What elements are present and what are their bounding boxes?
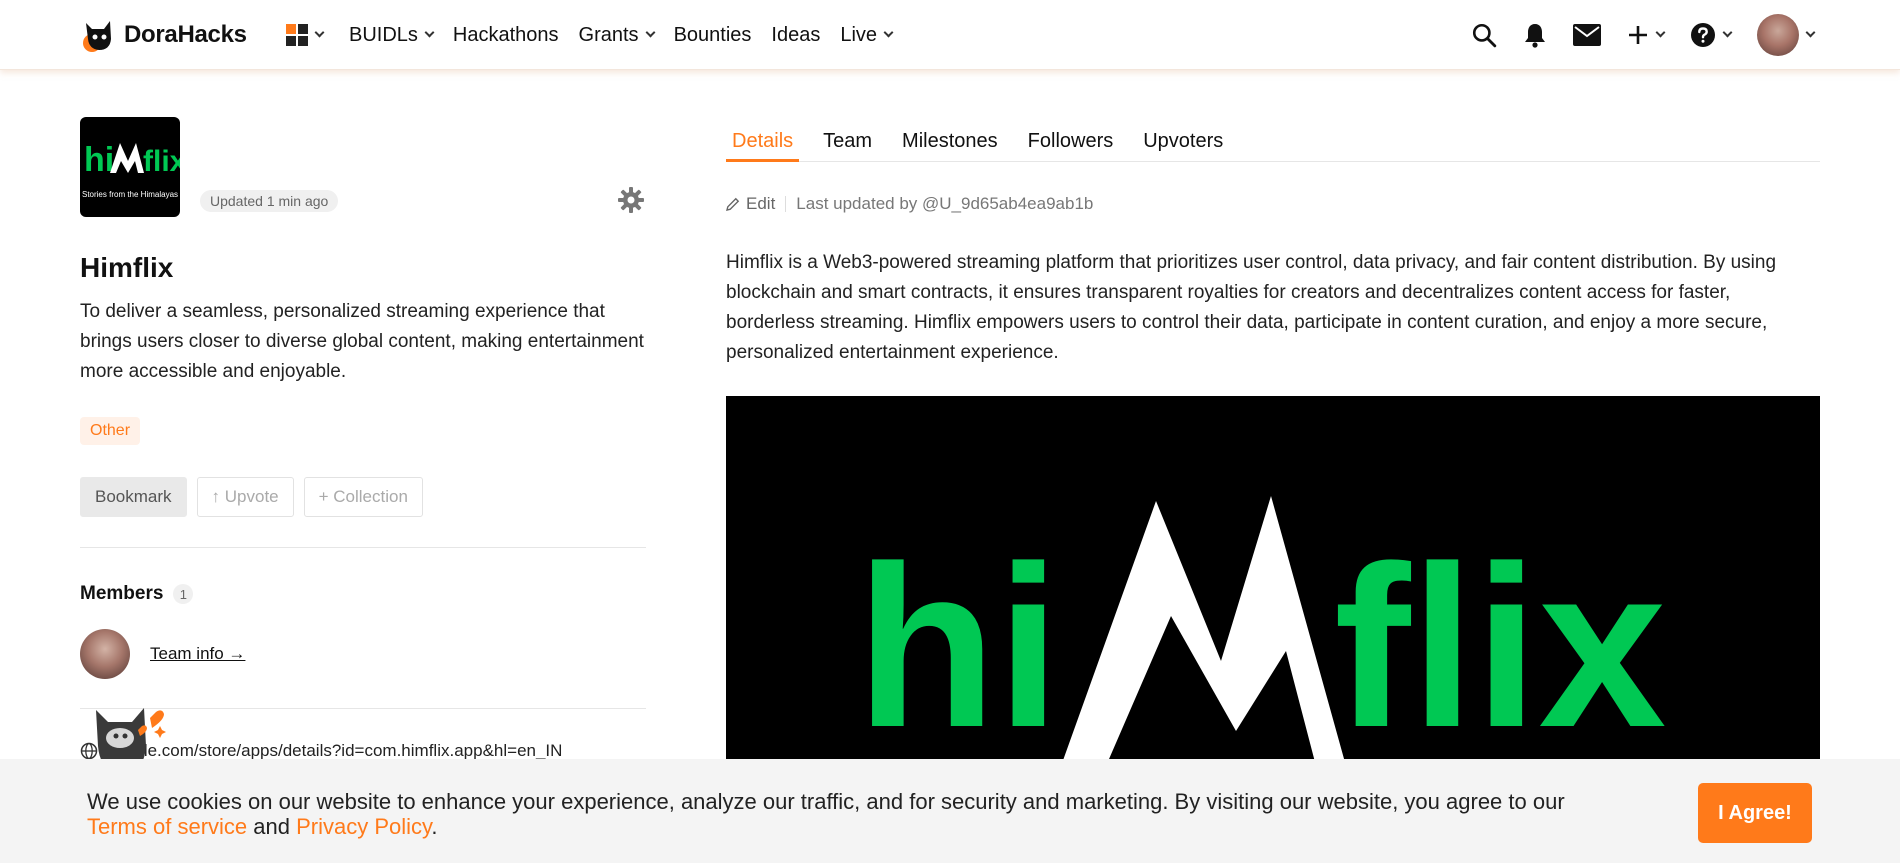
terms-link[interactable]: Terms of service [87, 814, 247, 839]
tab-followers[interactable]: Followers [1022, 120, 1120, 161]
user-menu[interactable] [1757, 14, 1816, 56]
himflix-logo-image: hi flix Stories from the Himalayas [82, 141, 180, 199]
apps-menu[interactable] [286, 24, 325, 46]
help-icon [1691, 23, 1715, 47]
edit-bar: Edit Last updated by @U_9d65ab4ea9ab1b [726, 194, 1093, 214]
top-navbar: DoraHacks BUIDLs Hackathons Grants Bount… [0, 0, 1900, 70]
nav-label: Grants [578, 23, 639, 46]
cookie-text: We use cookies on our website to enhance… [87, 789, 1565, 814]
search-icon [1472, 23, 1497, 48]
cookie-period: . [431, 814, 438, 839]
cookie-message: We use cookies on our website to enhance… [87, 789, 1567, 839]
settings-button[interactable] [618, 187, 644, 218]
project-actions: Bookmark ↑ Upvote + Collection [80, 477, 423, 517]
nav-label: Ideas [771, 23, 821, 46]
nav-live[interactable]: Live [840, 23, 894, 47]
members-title: Members [80, 583, 164, 604]
member-avatar[interactable] [80, 629, 130, 679]
nav-label: Bounties [673, 23, 752, 46]
pencil-icon [726, 197, 740, 211]
nav-bounties[interactable]: Bounties [674, 24, 752, 47]
tab-details[interactable]: Details [726, 120, 800, 162]
tab-team[interactable]: Team [817, 120, 878, 161]
banner-text-hi: hi [856, 518, 1060, 775]
edit-button[interactable]: Edit [726, 194, 775, 214]
header-actions [1471, 0, 1816, 70]
upvote-button[interactable]: ↑ Upvote [196, 477, 294, 517]
tab-upvoters[interactable]: Upvoters [1137, 120, 1229, 161]
project-description: Himflix is a Web3-powered streaming plat… [726, 252, 1777, 363]
nav-grants[interactable]: Grants [578, 23, 656, 47]
banner-text-flix: flix [1334, 518, 1666, 775]
chevron-down-icon [424, 27, 435, 38]
cookie-and: and [247, 814, 297, 839]
logo-tagline: Stories from the Himalayas [82, 190, 178, 199]
plus-icon [1629, 26, 1647, 44]
mail-icon [1573, 24, 1601, 46]
chevron-down-icon [645, 27, 656, 38]
messages-button[interactable] [1573, 24, 1601, 46]
cookie-banner: We use cookies on our website to enhance… [0, 759, 1900, 863]
member-row: Team info → [80, 629, 245, 679]
divider [80, 547, 646, 548]
last-updated-text: Last updated by @U_9d65ab4ea9ab1b [796, 194, 1094, 213]
gear-icon [618, 187, 644, 213]
members-header: Members 1 [80, 583, 194, 605]
edit-label: Edit [746, 194, 776, 213]
logo-text-flix: flix [143, 145, 180, 178]
logo-text-hi: hi [84, 141, 114, 179]
main-nav: BUIDLs Hackathons Grants Bounties Ideas … [286, 0, 912, 70]
chevron-down-icon [1805, 27, 1816, 38]
bookmark-button[interactable]: Bookmark [80, 477, 187, 517]
nav-label: Hackathons [452, 23, 559, 46]
dorahacks-logo-icon [83, 21, 111, 52]
brand-name: DoraHacks [124, 21, 247, 48]
project-title: Himflix [80, 252, 174, 283]
chevron-down-icon [883, 27, 894, 38]
notifications-button[interactable] [1523, 22, 1547, 48]
nav-buidls[interactable]: BUIDLs [349, 23, 435, 47]
search-button[interactable] [1471, 22, 1497, 48]
chevron-down-icon [1655, 27, 1666, 38]
updated-badge: Updated 1 min ago [200, 190, 339, 212]
create-menu[interactable] [1627, 24, 1666, 46]
project-logo: hi flix Stories from the Himalayas [80, 117, 180, 217]
chevron-down-icon [1722, 27, 1733, 38]
project-summary: To deliver a seamless, personalized stre… [80, 301, 644, 382]
nav-hackathons[interactable]: Hackathons [453, 24, 559, 47]
add-collection-button[interactable]: + Collection [303, 477, 423, 517]
tab-milestones[interactable]: Milestones [896, 120, 1004, 161]
team-info-link[interactable]: Team info → [150, 644, 245, 664]
nav-label: Live [840, 23, 878, 46]
category-tag[interactable]: Other [80, 417, 141, 445]
bell-icon [1525, 24, 1545, 48]
separator [785, 196, 787, 212]
brand-logo[interactable]: DoraHacks [80, 17, 247, 53]
project-url: google.com/store/apps/details?id=com.him… [106, 741, 563, 760]
nav-ideas[interactable]: Ideas [771, 24, 820, 47]
privacy-link[interactable]: Privacy Policy [296, 814, 431, 839]
avatar [1757, 14, 1799, 56]
grid-icon [286, 24, 308, 46]
chevron-down-icon [314, 27, 325, 38]
nav-label: BUIDLs [349, 23, 418, 46]
project-sidebar: hi flix Stories from the Himalayas Updat… [80, 117, 646, 760]
agree-button[interactable]: I Agree! [1698, 783, 1812, 843]
project-tabs: Details Team Milestones Followers Upvote… [726, 120, 1820, 162]
members-count-badge: 1 [173, 584, 194, 604]
help-menu[interactable] [1690, 22, 1733, 48]
